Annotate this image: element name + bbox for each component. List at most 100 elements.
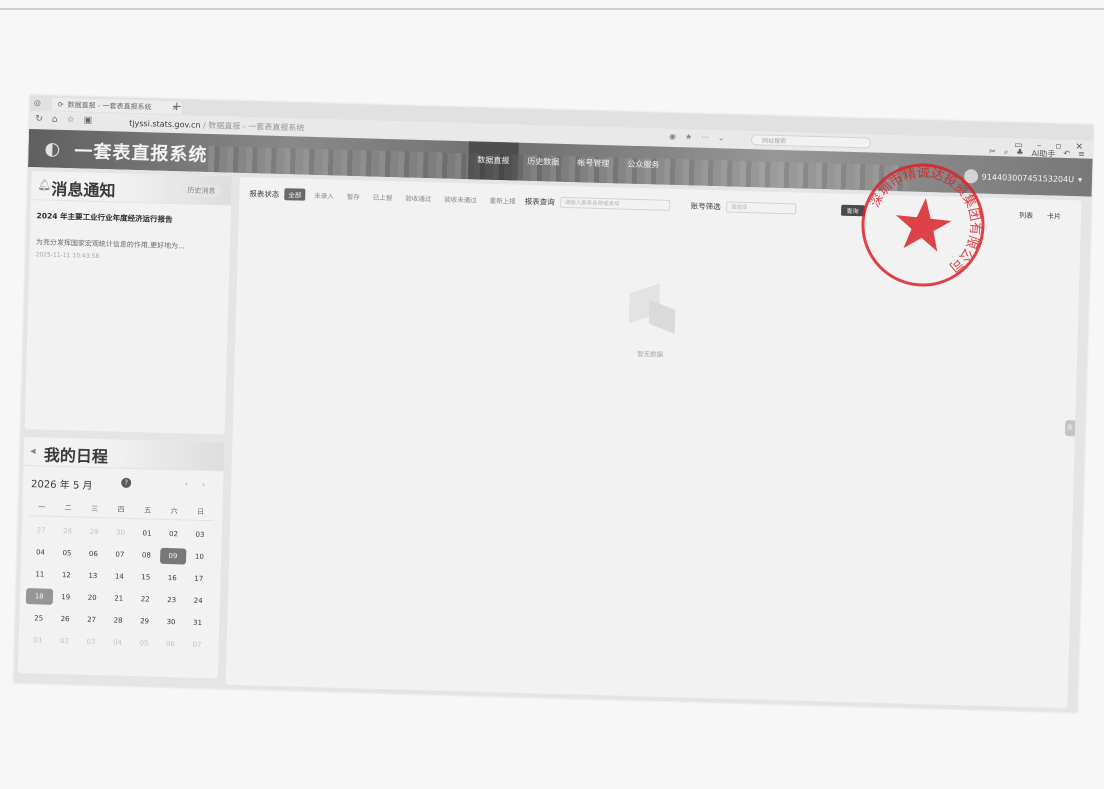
calendar-day[interactable]: 13 — [79, 568, 106, 585]
system-title: 一套表直报系统 — [74, 141, 208, 166]
calendar-day[interactable]: 17 — [185, 571, 212, 588]
status-chip-draft[interactable]: 暂存 — [343, 190, 364, 203]
account-select[interactable]: 请选择 — [725, 200, 796, 214]
status-filter-label: 报表状态 — [249, 188, 280, 199]
calendar-day[interactable]: 30 — [158, 614, 185, 631]
status-chip-resubmit[interactable]: 重新上报 — [486, 194, 520, 207]
calendar-day[interactable]: 01 — [25, 632, 52, 649]
cut-icon[interactable]: ✂ — [989, 147, 996, 158]
dropdown-icon[interactable]: ⌄ — [718, 133, 725, 142]
notice-item-title[interactable]: 2024 年主要工业行业年度经济运行报告 — [36, 210, 224, 226]
calendar-day[interactable]: 24 — [185, 593, 212, 610]
calendar-day[interactable]: 18 — [25, 588, 53, 605]
report-search-input[interactable]: 请输入报表名称或表号 — [559, 196, 670, 211]
feedback-tab[interactable]: 反馈 — [1064, 420, 1076, 447]
calendar-day[interactable]: 20 — [79, 590, 106, 607]
extension-icon[interactable]: ♣ — [1016, 148, 1023, 159]
calendar-day[interactable]: 21 — [105, 590, 132, 607]
next-month-icon[interactable]: › — [202, 480, 205, 489]
app-logo-icon: ◐ — [44, 138, 61, 160]
nav-item-account[interactable]: 帐号管理 — [568, 144, 619, 183]
browser-search-input[interactable]: 网址搜索 — [750, 134, 872, 149]
calendar-day[interactable]: 28 — [54, 523, 81, 540]
calendar-day[interactable]: 01 — [134, 525, 161, 542]
nav-item-public[interactable]: 公众服务 — [618, 145, 669, 184]
calendar-day[interactable]: 14 — [106, 568, 133, 585]
url-field[interactable]: tjyssi.stats.gov.cn / 数据直报 - 一套表直报系统 — [129, 118, 304, 134]
calendar-day[interactable]: 07 — [106, 546, 133, 563]
ai-assistant-button[interactable]: AI助手 — [1031, 148, 1055, 160]
status-chip-not-entered[interactable]: 未录入 — [310, 189, 338, 202]
new-tab-button[interactable]: + — [172, 99, 182, 113]
refresh-icon[interactable]: ↻ — [35, 114, 43, 124]
view-switch: 列表 卡片 — [1019, 211, 1061, 222]
tab-favicon-icon: ⟳ — [57, 100, 64, 109]
calendar-day[interactable]: 28 — [105, 612, 132, 629]
calendar-day[interactable]: 26 — [52, 611, 79, 628]
calendar-day[interactable]: 12 — [53, 567, 80, 584]
calendar-day[interactable]: 30 — [107, 524, 134, 541]
calendar-day[interactable]: 04 — [104, 634, 131, 651]
scan-edge-line — [0, 8, 1104, 10]
star-icon[interactable]: ☆ — [66, 115, 74, 125]
calendar-day[interactable]: 22 — [132, 591, 159, 608]
calendar-day[interactable]: 19 — [52, 589, 79, 606]
calendar-day[interactable]: 29 — [81, 524, 108, 541]
calendar-day[interactable]: 16 — [159, 570, 186, 587]
location-icon[interactable]: ◉ — [669, 132, 676, 141]
company-seal-stamp: 深圳市精诚达投资集团有限公司 — [861, 160, 988, 287]
nav-item-history[interactable]: 历史数据 — [518, 143, 569, 182]
menu-icon[interactable]: ≡ — [1078, 149, 1085, 160]
calendar-day[interactable]: 23 — [158, 592, 185, 609]
home-icon[interactable]: ⌂ — [52, 115, 58, 125]
calendar-day[interactable]: 05 — [54, 545, 81, 562]
left-panel: 🔔︎ 消息通知 历史消息 2024 年主要工业行业年度经济运行报告 为充分发挥国… — [17, 171, 232, 679]
calendar-day[interactable]: 02 — [160, 526, 187, 543]
list-view-button[interactable]: 列表 — [1019, 211, 1033, 221]
status-chip-approved[interactable]: 验收通过 — [401, 191, 435, 204]
report-query-label: 报表查询 — [524, 196, 555, 207]
calendar-day[interactable]: 03 — [78, 634, 105, 651]
calendar-day[interactable]: 02 — [51, 633, 78, 650]
empty-box-icon — [620, 278, 682, 340]
calendar-day[interactable]: 03 — [187, 527, 214, 544]
notice-item[interactable]: 2024 年主要工业行业年度经济运行报告 为充分发挥国家宏观统计信息的作用,更好… — [29, 200, 231, 270]
bookmark-icon[interactable]: ★ — [685, 132, 692, 141]
calendar-day[interactable]: 10 — [186, 549, 213, 566]
nav-item-data-report[interactable]: 数据直报 — [467, 141, 519, 181]
calendar-day[interactable]: 08 — [133, 547, 160, 564]
status-chip-rejected[interactable]: 验收未通过 — [440, 192, 481, 205]
search-icon[interactable]: ⌕ — [1004, 147, 1009, 158]
calendar-day[interactable]: 09 — [159, 547, 187, 565]
history-messages-button[interactable]: 历史消息 — [181, 184, 222, 198]
status-chip-submitted[interactable]: 已上报 — [369, 191, 397, 204]
more-icon[interactable]: ··· — [701, 133, 709, 142]
help-icon[interactable]: ? — [121, 477, 132, 488]
weekday-label: 一 — [28, 499, 56, 517]
schedule-title-heading: 我的日程 — [43, 445, 109, 467]
calendar-day[interactable]: 04 — [27, 544, 54, 561]
weekday-label: 三 — [81, 500, 109, 519]
schedule-header: ◂ 我的日程 — [23, 436, 225, 472]
notice-item-time: 2025-11-11 10:43:58 — [35, 251, 100, 260]
calendar-day[interactable]: 25 — [25, 610, 52, 627]
undo-icon[interactable]: ↶ — [1063, 149, 1070, 160]
calendar-day[interactable]: 27 — [78, 612, 105, 629]
calendar-month-label: 2026 年 5 月 — [30, 479, 93, 492]
calendar-grid: 一二三四五六日 27 28 29 30 01 02 03 04 05 06 07 08 09 10 11 12 1… — [25, 499, 215, 653]
calendar-day[interactable]: 06 — [157, 636, 184, 653]
notice-item-desc: 为充分发挥国家宏观统计信息的作用,更好地为... — [35, 238, 185, 251]
calendar-day[interactable]: 27 — [28, 522, 55, 539]
prev-month-icon[interactable]: ‹ — [185, 479, 188, 488]
reader-icon[interactable]: ▣ — [84, 116, 93, 126]
calendar-day[interactable]: 15 — [132, 569, 159, 586]
calendar-day[interactable]: 05 — [131, 635, 158, 652]
browser-menu-icon[interactable]: ◎ — [34, 98, 41, 107]
card-view-button[interactable]: 卡片 — [1047, 211, 1061, 221]
calendar-day[interactable]: 31 — [184, 615, 211, 632]
calendar-day[interactable]: 29 — [131, 613, 158, 630]
calendar-day[interactable]: 06 — [80, 546, 107, 563]
calendar-day[interactable]: 07 — [183, 637, 210, 654]
status-chip-all[interactable]: 全部 — [284, 188, 306, 201]
calendar-day[interactable]: 11 — [26, 566, 53, 583]
